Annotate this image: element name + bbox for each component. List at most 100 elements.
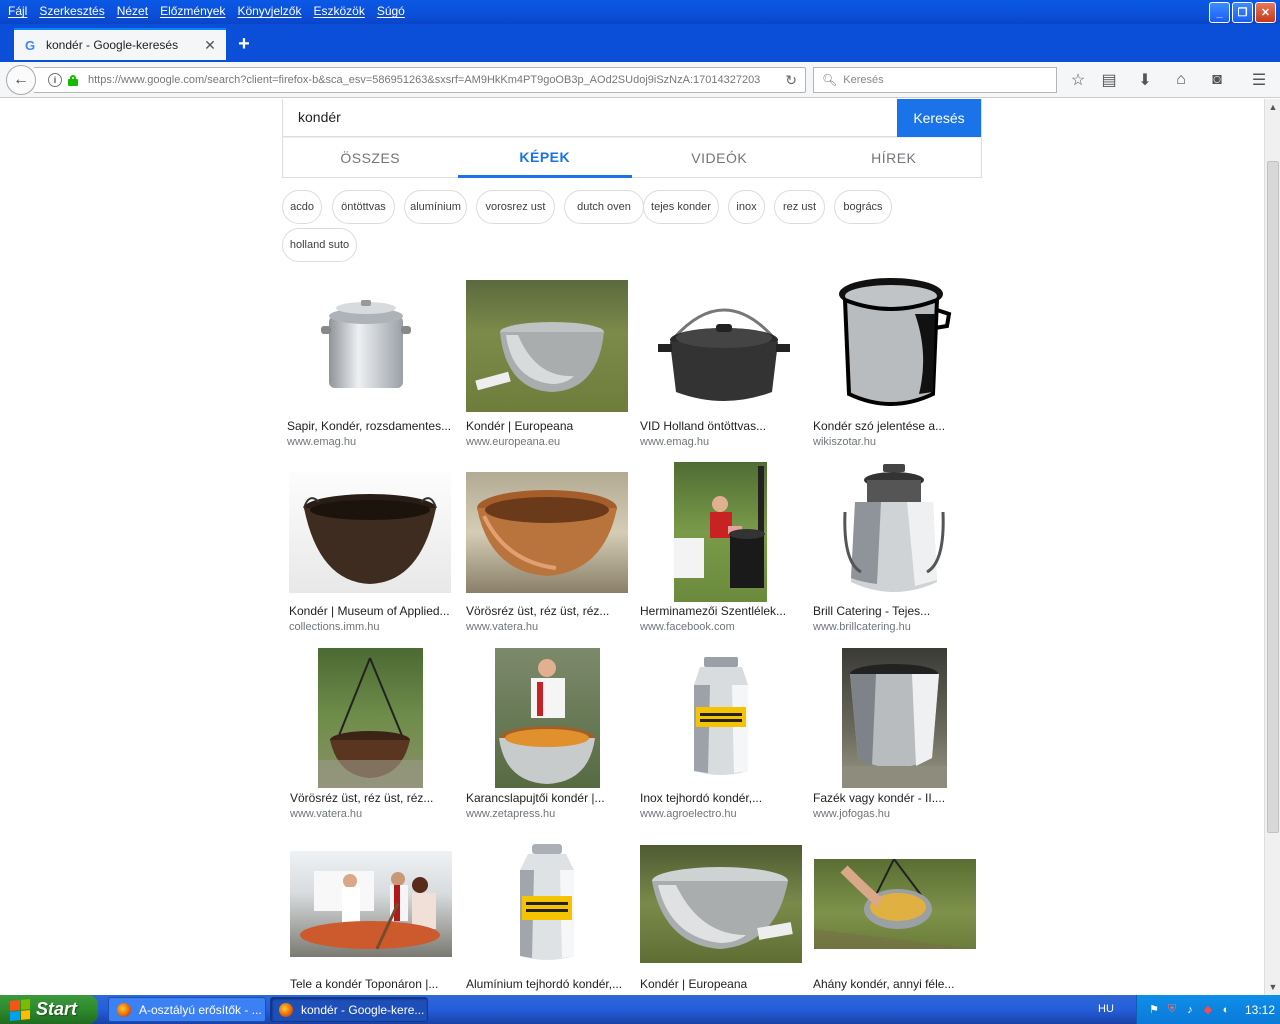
result-title[interactable]: Vörösréz üst, réz üst, réz... xyxy=(290,791,462,805)
menu-file[interactable]: Fájl xyxy=(2,1,33,21)
image-result[interactable]: Kondér szó jelentése a... wikiszotar.hu xyxy=(813,274,985,454)
result-title[interactable]: Fazék vagy kondér - II.... xyxy=(813,791,985,805)
tab-images[interactable]: KÉPEK xyxy=(457,138,632,178)
scroll-up-arrow-icon[interactable]: ▲ xyxy=(1265,99,1280,115)
antivirus-shield-icon[interactable]: ⛨ xyxy=(1165,1003,1179,1017)
image-result[interactable]: Kondér | Museum of Applied... collection… xyxy=(289,461,461,641)
result-title[interactable]: Alumínium tejhordó kondér,... xyxy=(466,977,638,991)
minimize-button[interactable]: _ xyxy=(1209,2,1230,23)
result-thumbnail[interactable] xyxy=(835,274,953,414)
image-result[interactable]: Alumínium tejhordó kondér,... xyxy=(466,844,638,994)
url-bar[interactable]: i https://www.google.com/search?client=f… xyxy=(34,67,806,93)
result-title[interactable]: Brill Catering - Tejes... xyxy=(813,604,985,618)
image-result[interactable]: Herminamezői Szentlélek... www.facebook.… xyxy=(640,461,812,641)
image-result[interactable]: Ahány kondér, annyi féle... xyxy=(813,844,985,994)
image-result[interactable]: Tele a kondér Toponáron |... xyxy=(290,844,462,994)
google-search-button[interactable]: Keresés xyxy=(897,99,981,137)
hamburger-menu-icon[interactable]: ☰ xyxy=(1248,70,1270,90)
chip[interactable]: bogrács xyxy=(834,190,892,224)
result-title[interactable]: Kondér | Europeana xyxy=(640,977,812,991)
result-thumbnail[interactable] xyxy=(686,657,756,779)
result-title[interactable]: Tele a kondér Toponáron |... xyxy=(290,977,462,991)
pocket-icon[interactable]: ◙ xyxy=(1206,70,1228,90)
browser-tab-active[interactable]: G kondér - Google-keresés ✕ xyxy=(14,28,226,60)
result-thumbnail[interactable] xyxy=(842,648,947,788)
google-search-input[interactable]: kondér xyxy=(283,99,897,136)
start-button[interactable]: Start xyxy=(0,995,98,1024)
back-button[interactable]: ← xyxy=(6,65,36,95)
chip[interactable]: öntöttvas xyxy=(332,190,395,224)
language-indicator[interactable]: HU xyxy=(1098,1003,1114,1015)
menu-help[interactable]: Súgó xyxy=(371,1,411,21)
result-thumbnail[interactable] xyxy=(290,851,452,957)
clock[interactable]: 13:12 xyxy=(1245,1003,1275,1017)
image-result[interactable]: Kondér | Europeana www.europeana.eu xyxy=(466,274,638,454)
image-result[interactable]: Brill Catering - Tejes... www.brillcater… xyxy=(813,461,985,641)
update-icon[interactable]: ◐ xyxy=(1219,1003,1233,1017)
result-title[interactable]: Kondér | Museum of Applied... xyxy=(289,604,461,618)
taskbar-item-firefox-1[interactable]: A-osztályú erősítők - ... xyxy=(108,997,266,1022)
volume-icon[interactable]: ♪ xyxy=(1183,1003,1197,1017)
result-title[interactable]: Herminamezői Szentlélek... xyxy=(640,604,812,618)
chip[interactable]: vorosrez ust xyxy=(476,190,555,224)
image-result[interactable]: Vörösréz üst, réz üst, réz... www.vatera… xyxy=(290,647,462,827)
image-result[interactable]: Vörösréz üst, réz üst, réz... www.vatera… xyxy=(466,461,638,641)
menu-edit[interactable]: Szerkesztés xyxy=(33,1,110,21)
result-thumbnail[interactable] xyxy=(466,280,628,412)
chip[interactable]: alumínium xyxy=(404,190,467,224)
result-title[interactable]: Sapir, Kondér, rozsdamentes... xyxy=(287,419,459,433)
tab-all[interactable]: ÖSSZES xyxy=(283,138,458,178)
scrollbar-thumb[interactable] xyxy=(1267,161,1279,833)
close-window-button[interactable]: ✕ xyxy=(1255,2,1276,23)
tab-news[interactable]: HÍREK xyxy=(807,138,982,178)
bookmark-star-icon[interactable]: ☆ xyxy=(1067,70,1089,90)
result-thumbnail[interactable] xyxy=(514,844,580,964)
result-thumbnail[interactable] xyxy=(674,462,767,602)
result-thumbnail[interactable] xyxy=(640,845,802,963)
home-icon[interactable]: ⌂ xyxy=(1170,70,1192,90)
browser-search-input[interactable]: 🔍︎ Keresés xyxy=(813,67,1057,93)
new-tab-button[interactable]: + xyxy=(232,32,256,56)
result-title[interactable]: Vörösréz üst, réz üst, réz... xyxy=(466,604,638,618)
result-title[interactable]: Karancslapujtői kondér |... xyxy=(466,791,638,805)
result-thumbnail[interactable] xyxy=(495,648,600,788)
security-icon[interactable]: ◆ xyxy=(1201,1003,1215,1017)
image-result[interactable]: Kondér | Europeana xyxy=(640,844,812,994)
chip[interactable]: holland suto xyxy=(282,228,357,262)
tab-videos[interactable]: VIDEÓK xyxy=(632,138,807,178)
result-thumbnail[interactable] xyxy=(466,472,628,593)
network-icon[interactable]: ⚑ xyxy=(1147,1003,1161,1017)
result-title[interactable]: Ahány kondér, annyi féle... xyxy=(813,977,985,991)
result-thumbnail[interactable] xyxy=(814,859,976,949)
result-thumbnail[interactable] xyxy=(321,296,411,392)
chip[interactable]: inox xyxy=(728,190,765,224)
chip[interactable]: acdo xyxy=(282,190,322,224)
restore-button[interactable]: ❐ xyxy=(1232,2,1253,23)
reload-icon[interactable]: ↻ xyxy=(785,72,797,89)
image-result[interactable]: Karancslapujtői kondér |... www.zetapres… xyxy=(466,647,638,827)
result-thumbnail[interactable] xyxy=(318,648,423,788)
chip[interactable]: rez ust xyxy=(774,190,825,224)
image-result[interactable]: Fazék vagy kondér - II.... www.jofogas.h… xyxy=(813,647,985,827)
menu-bookmarks[interactable]: Könyvjelzők xyxy=(231,1,307,21)
image-result[interactable]: Inox tejhordó kondér,... www.agroelectro… xyxy=(640,647,812,827)
download-icon[interactable]: ⬇ xyxy=(1134,70,1156,90)
result-title[interactable]: Kondér szó jelentése a... xyxy=(813,419,985,433)
chip[interactable]: dutch oven xyxy=(564,190,644,224)
url-text[interactable]: https://www.google.com/search?client=fir… xyxy=(88,74,768,86)
result-title[interactable]: VID Holland öntöttvas... xyxy=(640,419,812,433)
result-thumbnail[interactable] xyxy=(654,282,794,410)
menu-tools[interactable]: Eszközök xyxy=(307,1,370,21)
menu-history[interactable]: Előzmények xyxy=(154,1,231,21)
result-title[interactable]: Kondér | Europeana xyxy=(466,419,638,433)
result-thumbnail[interactable] xyxy=(841,462,947,602)
reader-list-icon[interactable]: ▤ xyxy=(1098,70,1120,90)
scroll-down-arrow-icon[interactable]: ▼ xyxy=(1265,979,1280,995)
image-result[interactable]: Sapir, Kondér, rozsdamentes... www.emag.… xyxy=(287,274,459,454)
info-icon[interactable]: i xyxy=(48,73,62,87)
chip[interactable]: tejes konder xyxy=(643,190,719,224)
result-title[interactable]: Inox tejhordó kondér,... xyxy=(640,791,812,805)
menu-view[interactable]: Nézet xyxy=(111,1,154,21)
page-scrollbar[interactable]: ▲ ▼ xyxy=(1264,99,1280,995)
taskbar-item-firefox-2[interactable]: kondér - Google-kere... xyxy=(270,997,428,1022)
